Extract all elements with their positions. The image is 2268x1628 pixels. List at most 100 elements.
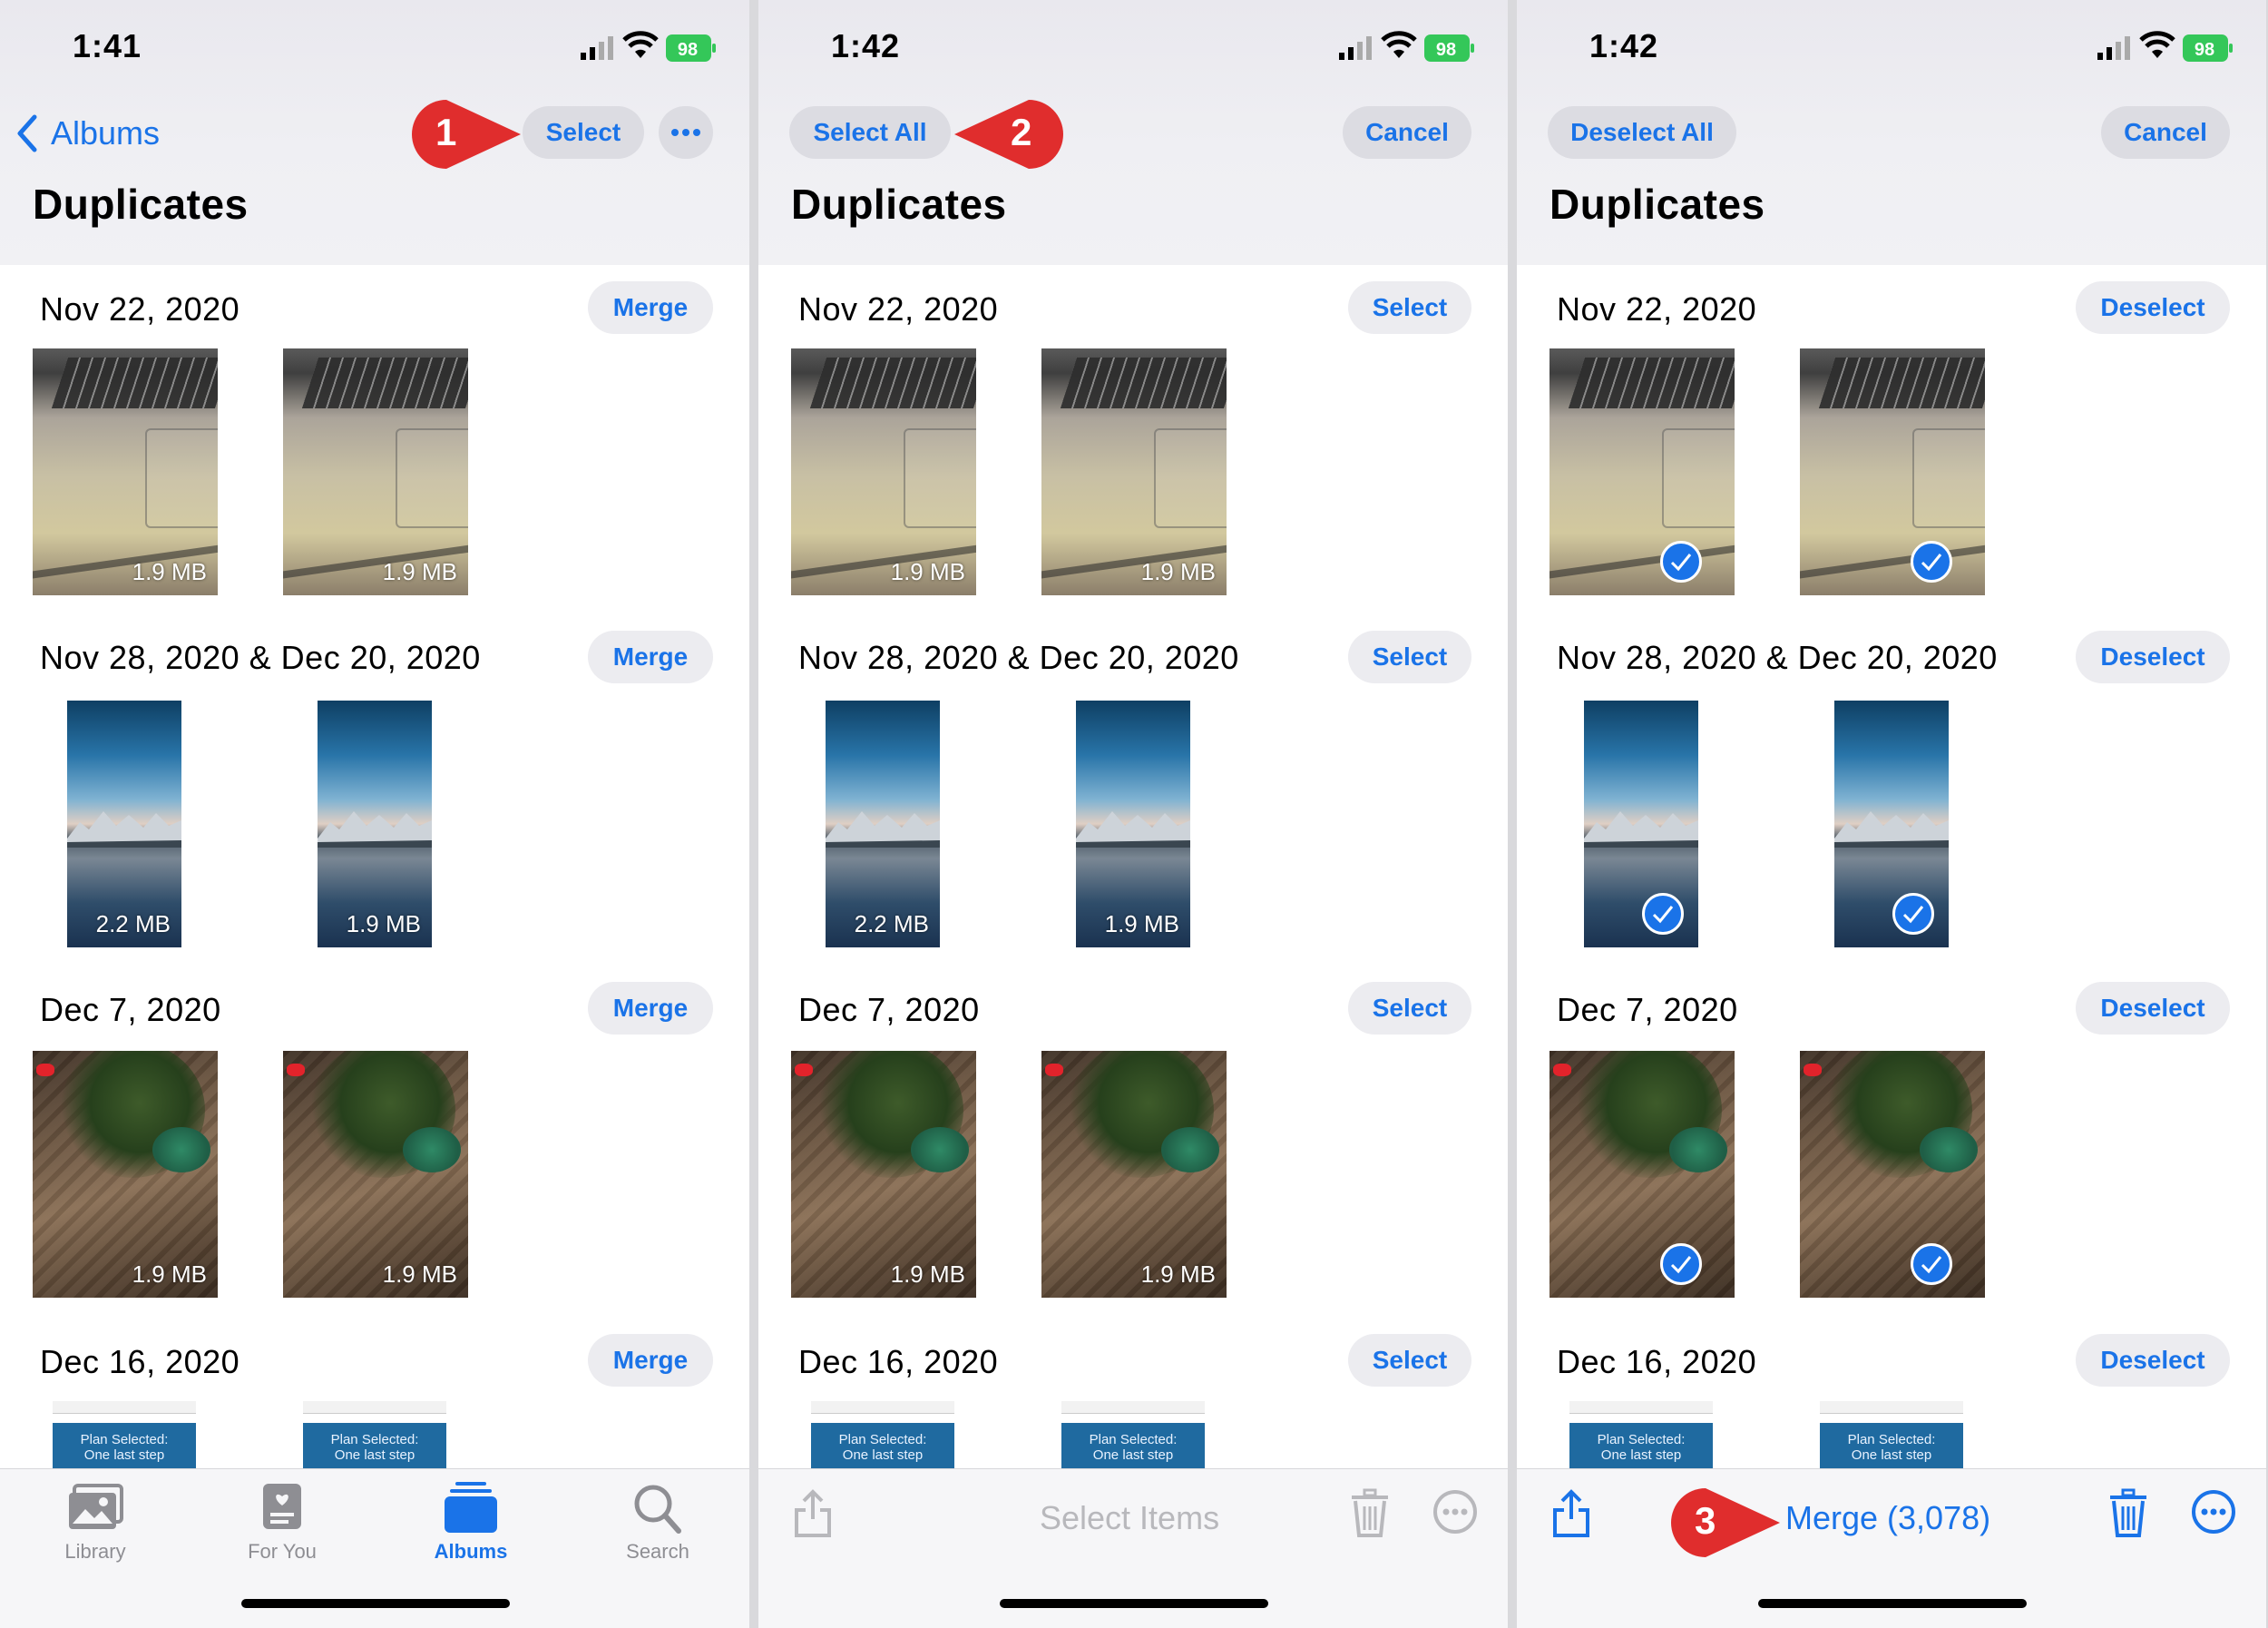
file-size: 1.9 MB	[346, 910, 421, 937]
photo-thumbnail[interactable]: 1.9 MB	[1041, 348, 1227, 595]
cancel-button[interactable]: Cancel	[2101, 106, 2230, 159]
duplicates-screen-select-mode: 1:42 98 Select All Cancel Duplicates Nov…	[758, 0, 1508, 1628]
more-options-icon[interactable]	[1432, 1488, 1479, 1535]
merge-button[interactable]: Merge	[588, 631, 713, 683]
group-select-button[interactable]: Select	[1348, 631, 1471, 683]
photo-thumbnail-selected[interactable]	[1584, 701, 1698, 947]
photo-thumbnail-selected[interactable]: Plan Selected: One last step	[1569, 1401, 1713, 1468]
photo-thumbnail[interactable]: 1.9 MB	[1076, 701, 1190, 947]
step-badge-3: 3	[1669, 1486, 1780, 1559]
photo-thumbnail[interactable]: 1.9 MB	[318, 701, 432, 947]
share-icon[interactable]	[793, 1488, 833, 1539]
home-indicator	[1758, 1599, 2027, 1608]
cellular-signal-icon	[2097, 36, 2130, 60]
group-date: Dec 16, 2020	[798, 1343, 999, 1380]
group-select-button[interactable]: Select	[1348, 1334, 1471, 1387]
status-time: 1:42	[1589, 27, 1659, 64]
checkmark-icon	[1911, 1243, 1952, 1285]
group-date: Nov 28, 2020 & Dec 20, 2020	[1557, 639, 1998, 676]
back-label: Albums	[51, 114, 161, 152]
photo-thumbnail[interactable]: 1.9 MB	[33, 1051, 218, 1298]
tab-search[interactable]: Search	[590, 1482, 726, 1564]
thumb-text: One last step	[334, 1447, 415, 1463]
photo-thumbnail-selected[interactable]	[1549, 348, 1735, 595]
select-items-label: Select Items	[1040, 1499, 1220, 1536]
thumb-text: Plan Selected:	[1089, 1432, 1178, 1447]
group-select-button[interactable]: Select	[1348, 281, 1471, 334]
select-all-button[interactable]: Select All	[789, 106, 951, 159]
trash-icon[interactable]	[1350, 1488, 1390, 1539]
tab-library[interactable]: Library	[27, 1482, 163, 1564]
select-button[interactable]: Select	[523, 106, 644, 159]
for-you-icon	[263, 1484, 301, 1529]
group-select-button[interactable]: Select	[1348, 982, 1471, 1035]
group-date: Dec 7, 2020	[40, 991, 221, 1028]
thumb-text: One last step	[1600, 1447, 1682, 1463]
merge-button[interactable]: Merge	[588, 1334, 713, 1387]
group-deselect-button[interactable]: Deselect	[2076, 1334, 2230, 1387]
photo-thumbnail[interactable]: 2.2 MB	[67, 701, 181, 947]
header: 1:42 98 Select All Cancel Duplicates	[758, 0, 1508, 265]
photo-thumbnail[interactable]: 1.9 MB	[1041, 1051, 1227, 1298]
photo-thumbnail-selected[interactable]	[1800, 348, 1985, 595]
group-date: Nov 22, 2020	[1557, 290, 1757, 328]
battery-icon: 98	[2183, 34, 2233, 62]
photo-thumbnail[interactable]: Plan Selected: One last step	[53, 1401, 196, 1468]
trash-icon[interactable]	[2108, 1488, 2148, 1539]
search-icon	[634, 1485, 681, 1534]
photo-thumbnail[interactable]: Plan Selected: One last step	[303, 1401, 446, 1468]
tab-for-you[interactable]: For You	[214, 1482, 350, 1564]
photo-thumbnail[interactable]: 2.2 MB	[826, 701, 940, 947]
photo-thumbnail[interactable]: 1.9 MB	[791, 348, 976, 595]
checkmark-icon	[1660, 1243, 1702, 1285]
group-deselect-button[interactable]: Deselect	[2076, 982, 2230, 1035]
group-deselect-button[interactable]: Deselect	[2076, 281, 2230, 334]
group-date: Nov 22, 2020	[798, 290, 999, 328]
more-options-button[interactable]	[659, 106, 713, 159]
tab-label: Albums	[434, 1540, 508, 1563]
photo-thumbnail[interactable]: 1.9 MB	[791, 1051, 976, 1298]
photo-thumbnail-selected[interactable]	[1800, 1051, 1985, 1298]
page-title: Duplicates	[33, 181, 249, 228]
group-deselect-button[interactable]: Deselect	[2076, 631, 2230, 683]
thumb-text: One last step	[83, 1447, 165, 1463]
file-size: 1.9 MB	[382, 1260, 457, 1288]
checkmark-icon	[1660, 541, 1702, 583]
photo-thumbnail-selected[interactable]	[1549, 1051, 1735, 1298]
checkmark-icon	[1892, 893, 1934, 935]
tab-albums[interactable]: Albums	[403, 1482, 539, 1564]
status-time: 1:42	[831, 27, 901, 64]
wifi-icon	[2139, 31, 2175, 58]
file-size: 1.9 MB	[382, 558, 457, 585]
step-number: 1	[435, 111, 457, 153]
photo-library-icon	[69, 1484, 123, 1529]
cancel-button[interactable]: Cancel	[1343, 106, 1471, 159]
step-badge-1: 1	[410, 98, 521, 171]
header: 1:42 98 Deselect All Cancel Duplicates	[1517, 0, 2266, 265]
albums-icon	[445, 1482, 497, 1533]
file-size: 1.9 MB	[132, 558, 207, 585]
photo-thumbnail[interactable]: 1.9 MB	[283, 348, 468, 595]
deselect-all-button[interactable]: Deselect All	[1548, 106, 1736, 159]
merge-all-button[interactable]: Merge (3,078)	[1785, 1499, 1990, 1537]
photo-thumbnail-selected[interactable]: Plan Selected: One last step	[1820, 1401, 1963, 1468]
cellular-signal-icon	[581, 36, 613, 60]
merge-button[interactable]: Merge	[588, 982, 713, 1035]
photo-thumbnail[interactable]: 1.9 MB	[283, 1051, 468, 1298]
more-options-icon[interactable]	[2190, 1488, 2237, 1535]
photo-thumbnail[interactable]: Plan Selected: One last step	[811, 1401, 954, 1468]
chevron-left-icon	[17, 114, 37, 152]
share-icon[interactable]	[1551, 1488, 1591, 1539]
back-to-albums-button[interactable]: Albums	[15, 111, 160, 156]
svg-text:98: 98	[678, 40, 698, 60]
photo-thumbnail[interactable]: Plan Selected: One last step	[1061, 1401, 1205, 1468]
file-size: 2.2 MB	[854, 910, 929, 937]
merge-button[interactable]: Merge	[588, 281, 713, 334]
group-date: Nov 28, 2020 & Dec 20, 2020	[40, 639, 481, 676]
svg-text:98: 98	[1436, 40, 1456, 60]
group-date: Dec 7, 2020	[798, 991, 980, 1028]
duplicates-list: Nov 22, 2020 Deselect Nov 28, 2020 & Dec…	[1517, 265, 2266, 1468]
photo-thumbnail[interactable]: 1.9 MB	[33, 348, 218, 595]
duplicates-list: Nov 22, 2020 Merge 1.9 MB 1.9 MB Nov 28,…	[0, 265, 749, 1468]
photo-thumbnail-selected[interactable]	[1834, 701, 1949, 947]
